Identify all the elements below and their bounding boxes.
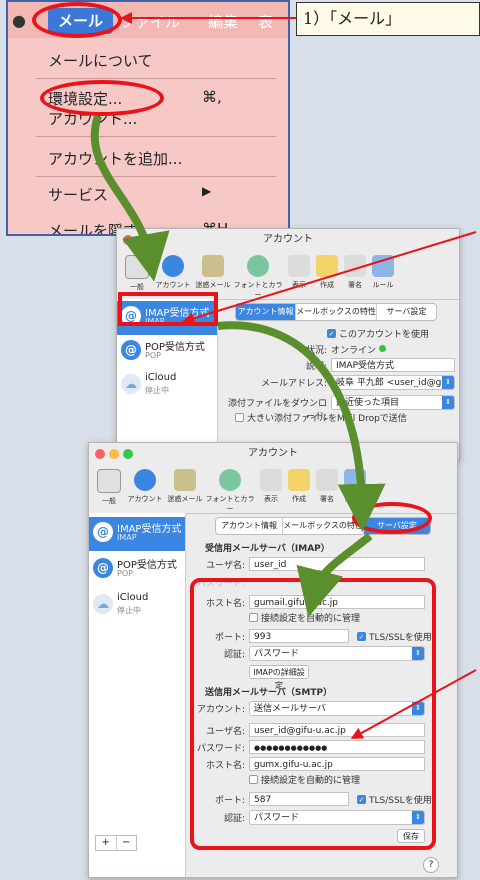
- arrow-to-password: [350, 669, 477, 739]
- arrow-preferences-to-window: [90, 114, 170, 282]
- arrow-to-imap-account: [182, 231, 477, 324]
- instruction-arrows: [90, 12, 477, 739]
- arrow-tab-to-fields: [296, 532, 373, 618]
- arrow-imap-to-window2: [217, 321, 386, 532]
